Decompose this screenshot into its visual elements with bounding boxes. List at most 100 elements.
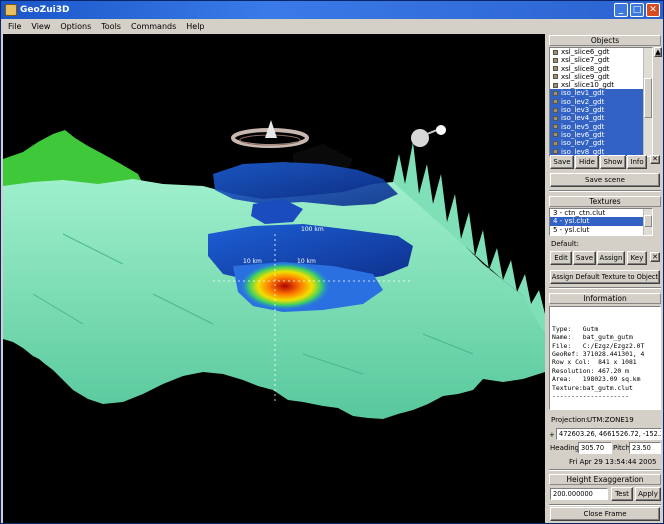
textures-save-button[interactable]: Save (573, 251, 596, 265)
objects-save-button[interactable]: Save (550, 155, 574, 169)
height-exaggeration-field[interactable]: 200.000000 (550, 488, 608, 500)
coords-prefix: + (549, 431, 555, 439)
object-checkbox-icon[interactable] (553, 140, 558, 146)
app-icon (5, 4, 17, 16)
menu-bar: File View Options Tools Commands Help (1, 19, 663, 34)
textures-edit-button[interactable]: Edit (550, 251, 572, 265)
objects-list-item[interactable]: xsl_slice8_gdt (550, 65, 652, 73)
textures-assign-button[interactable]: Assign (597, 251, 625, 265)
objects-list-item[interactable]: xsl_slice10_gdt (550, 81, 652, 89)
objects-list-item[interactable]: xsl_slice6_gdt (550, 48, 652, 56)
light-sphere[interactable] (411, 129, 429, 147)
object-checkbox-icon[interactable] (553, 124, 558, 130)
object-checkbox-icon[interactable] (553, 57, 558, 63)
information-text: Type: Gutm Name: bat_gutm_gutm File: C:/Ez… (549, 306, 661, 410)
information-line: Row x Col: 841 x 1081 (552, 358, 637, 367)
pitch-label: Pitch (613, 444, 631, 452)
object-checkbox-icon[interactable] (553, 66, 558, 72)
objects-list-item[interactable]: iso_lev5_gdt (550, 122, 652, 131)
information-line: -------------------- (552, 392, 629, 401)
close-frame-button[interactable]: Close Frame (550, 507, 660, 521)
timestamp: Fri Apr 29 13:54:44 2005 (569, 458, 657, 466)
heading-field[interactable]: 305.70 (578, 442, 612, 454)
object-label: iso_lev4_gdt (561, 114, 605, 123)
information-line: GeoRef: 371028.441301, 4 (552, 350, 645, 359)
save-scene-button[interactable]: Save scene (550, 173, 660, 187)
menu-view[interactable]: View (26, 22, 55, 31)
objects-list-item[interactable]: iso_lev2_gdt (550, 97, 652, 107)
object-checkbox-icon[interactable] (553, 90, 558, 96)
textures-close-button[interactable]: ✕ (650, 252, 660, 262)
object-label: iso_lev7_gdt (561, 139, 605, 148)
height-test-button[interactable]: Test (611, 487, 633, 501)
objects-scrollbar[interactable] (643, 48, 652, 156)
information-line: Type: Gutm (552, 324, 599, 333)
objects-show-button[interactable]: Show (600, 155, 626, 169)
app-window: GeoZui3D _ □ ✕ File View Options Tools C… (0, 0, 664, 524)
object-label: xsl_slice10_gdt (561, 81, 614, 90)
information-line: Name: bat_gutm_gutm (552, 333, 633, 342)
objects-list-item[interactable]: iso_lev1_gdt (550, 89, 652, 98)
objects-list-item[interactable]: xsl_slice9_gdt (550, 73, 652, 81)
scale-label-10km-a: 10 km (243, 258, 262, 265)
object-label: xsl_slice6_gdt (561, 48, 610, 56)
terrain-scene: 100 km 10 km 10 km (3, 120, 545, 419)
scale-label-100km: 100 km (301, 226, 324, 233)
minimize-button[interactable]: _ (614, 3, 628, 17)
title-bar[interactable]: GeoZui3D _ □ ✕ (1, 1, 663, 19)
objects-list-item[interactable]: iso_lev7_gdt (550, 139, 652, 148)
object-checkbox-icon[interactable] (553, 49, 558, 55)
3d-viewport[interactable]: 100 km 10 km 10 km (3, 34, 545, 523)
heading-label: Heading (550, 444, 580, 452)
separator (549, 287, 661, 289)
objects-list-item[interactable]: xsl_slice7_gdt (550, 56, 652, 64)
objects-hide-button[interactable]: Hide (575, 155, 599, 169)
objects-list-item[interactable]: iso_lev3_gdt (550, 106, 652, 115)
information-header: Information (549, 293, 661, 304)
control-panel: Objects xsl_slice6_gdt xsl_slice7_gdt xsl_… (547, 34, 663, 523)
menu-commands[interactable]: Commands (126, 22, 181, 31)
maximize-button[interactable]: □ (630, 3, 644, 17)
object-label: xsl_slice9_gdt (561, 72, 610, 81)
object-checkbox-icon[interactable] (553, 74, 558, 80)
object-checkbox-icon[interactable] (553, 107, 558, 113)
textures-list[interactable]: 3 - ctn_ctn.clut 4 - ysl.clut 5 - ysl.clut (549, 208, 653, 236)
close-window-button[interactable]: ✕ (646, 3, 660, 17)
menu-file[interactable]: File (3, 22, 26, 31)
light-source[interactable] (436, 125, 446, 135)
objects-scroll-up[interactable]: ▲ (654, 47, 662, 57)
separator (549, 504, 661, 506)
iso-surface-upper (213, 162, 398, 206)
menu-tools[interactable]: Tools (96, 22, 126, 31)
window-title: GeoZui3D (20, 5, 70, 15)
object-checkbox-icon[interactable] (553, 132, 558, 138)
object-checkbox-icon[interactable] (553, 82, 558, 88)
height-apply-button[interactable]: Apply (635, 487, 661, 501)
scale-label-10km-b: 10 km (297, 258, 316, 265)
textures-list-item[interactable]: 3 - ctn_ctn.clut (550, 209, 652, 217)
objects-list[interactable]: xsl_slice6_gdt xsl_slice7_gdt xsl_slice8_g… (549, 47, 653, 157)
objects-list-item[interactable]: iso_lev6_gdt (550, 130, 652, 140)
objects-info-button[interactable]: Info (627, 155, 647, 169)
object-checkbox-icon[interactable] (553, 99, 558, 105)
objects-close-button[interactable]: ✕ (650, 155, 660, 164)
coordinates-field[interactable]: 472603.26, 4661526.72, -152.21 (556, 428, 662, 440)
assign-default-texture-button[interactable]: Assign Default Texture to Object (550, 270, 660, 284)
information-line: File: C:/Ezgz/Ezgz2.0T (552, 341, 645, 350)
objects-list-item[interactable]: iso_lev4_gdt (550, 114, 652, 123)
menu-help[interactable]: Help (181, 22, 209, 31)
information-line: Resolution: 467.20 m (552, 366, 629, 375)
textures-key-button[interactable]: Key (627, 251, 647, 265)
textures-list-item[interactable]: 4 - ysl.clut (550, 217, 652, 226)
projection-label: Projection: (551, 416, 588, 424)
object-label: iso_lev2_gdt (561, 97, 605, 106)
pitch-field[interactable]: 23.50 (629, 442, 661, 454)
object-checkbox-icon[interactable] (553, 149, 558, 155)
textures-scrollbar[interactable] (643, 209, 652, 235)
textures-list-item[interactable]: 5 - ysl.clut (550, 226, 652, 234)
default-label: Default: (551, 240, 579, 248)
light-arm (426, 129, 438, 135)
object-checkbox-icon[interactable] (553, 115, 558, 121)
information-line: Texture:bat_gutm.clut (552, 383, 633, 392)
menu-options[interactable]: Options (55, 22, 96, 31)
